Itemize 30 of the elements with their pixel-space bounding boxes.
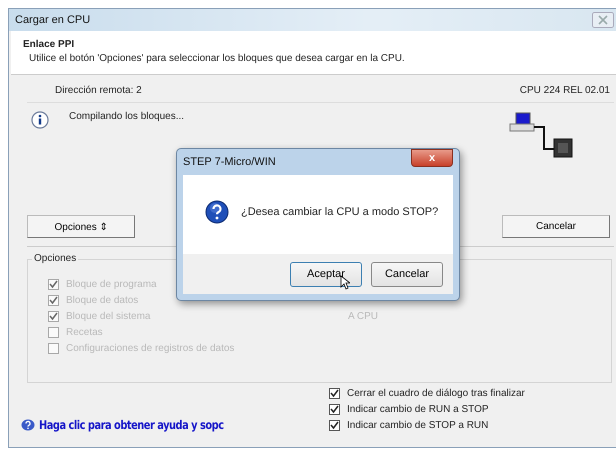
help-link[interactable]: Haga clic para obtener ayuda y sopc	[39, 418, 224, 432]
checkbox-label: Bloque de programa	[66, 279, 157, 290]
header-description: Utilice el botón 'Opciones' para seleccionar los bloques que desea cargar en la CPU.	[29, 53, 406, 64]
checkbox[interactable]	[329, 420, 340, 431]
checkbox-label: Indicar cambio de STOP a RUN	[347, 420, 488, 431]
cancel-button[interactable]: Cancelar	[502, 215, 610, 238]
question-icon	[205, 200, 229, 224]
cpu-version: CPU 224 REL 02.01	[520, 85, 610, 96]
target-label: A CPU	[348, 311, 378, 324]
dialog-message: ¿Desea cambiar la CPU a modo STOP?	[241, 206, 438, 218]
checkbox[interactable]	[329, 388, 340, 399]
status-message: Compilando los bloques...	[69, 111, 184, 122]
info-icon	[31, 111, 49, 129]
checkbox[interactable]	[329, 404, 340, 415]
pc-connection-icon	[508, 111, 574, 159]
checkbox-label: Bloque de datos	[66, 295, 138, 306]
window-title: Cargar en CPU	[15, 14, 90, 26]
header-title: Enlace PPI	[23, 39, 76, 50]
checkbox-label: Cerrar el cuadro de diálogo tras finalizar	[347, 388, 525, 399]
checkbox-label: Indicar cambio de RUN a STOP	[347, 404, 489, 415]
group-title: Opciones	[32, 253, 78, 264]
remote-address: Dirección remota: 2	[55, 85, 142, 96]
checkbox-label: Configuraciones de registros de datos	[66, 343, 234, 354]
dialog-button[interactable]: Cancelar	[371, 262, 443, 286]
dialog-button[interactable]: Aceptar	[290, 262, 362, 286]
dialog-title: STEP 7-Micro/WIN	[183, 156, 276, 168]
help-icon	[21, 419, 35, 431]
checkbox-label: Bloque del sistema	[66, 311, 150, 322]
checkbox-label: Recetas	[66, 327, 103, 338]
options-button[interactable]: Opciones ⇕	[27, 215, 135, 238]
